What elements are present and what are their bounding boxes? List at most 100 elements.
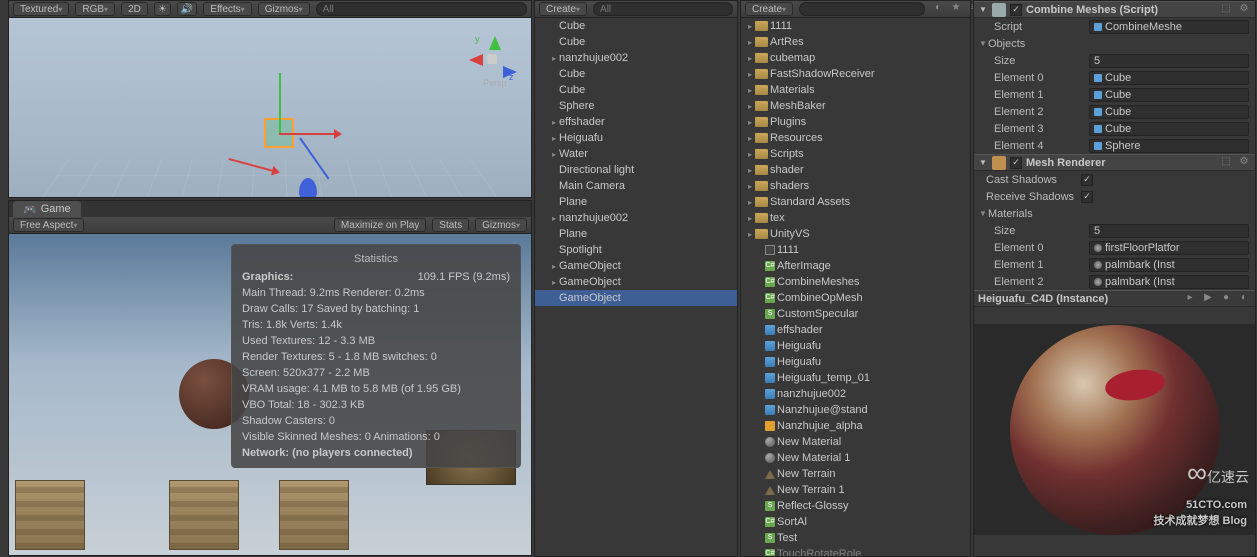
help-icon[interactable]: ⬚ bbox=[1219, 3, 1233, 17]
project-item[interactable]: 1111 bbox=[741, 242, 970, 258]
scene-search-input[interactable] bbox=[316, 2, 527, 16]
project-item[interactable]: Heiguafu bbox=[741, 354, 970, 370]
hierarchy-item[interactable]: ▸Water bbox=[535, 146, 737, 162]
hierarchy-item[interactable]: Spotlight bbox=[535, 242, 737, 258]
project-item[interactable]: ▸Scripts bbox=[741, 146, 970, 162]
play-icon[interactable]: ▶ bbox=[1201, 292, 1215, 306]
gear-icon[interactable]: ⚙ bbox=[1237, 3, 1251, 17]
lighting-toggle[interactable]: ☀ bbox=[154, 2, 171, 16]
object-field[interactable]: Cube bbox=[1089, 88, 1249, 102]
hierarchy-search-input[interactable] bbox=[593, 2, 733, 16]
hierarchy-item[interactable]: ▸effshader bbox=[535, 114, 737, 130]
project-list[interactable]: ▸1111▸ArtRes▸cubemap▸FastShadowReceiver▸… bbox=[741, 18, 970, 556]
project-item[interactable]: ▸Resources bbox=[741, 130, 970, 146]
project-item[interactable]: New Material 1 bbox=[741, 450, 970, 466]
receive-shadows-checkbox[interactable]: ✓ bbox=[1081, 191, 1093, 203]
shading-mode-dropdown[interactable]: Textured bbox=[13, 2, 69, 16]
hierarchy-item[interactable]: GameObject bbox=[535, 290, 737, 306]
hierarchy-item[interactable]: ▸nanzhujue002 bbox=[535, 50, 737, 66]
materials-label[interactable]: Materials bbox=[988, 208, 1083, 220]
chevron-right-icon[interactable]: ▸ bbox=[1183, 292, 1197, 306]
gizmos-dropdown[interactable]: Gizmos bbox=[258, 2, 310, 16]
2d-toggle[interactable]: 2D bbox=[121, 2, 148, 16]
audio-toggle[interactable]: 🔊 bbox=[177, 2, 197, 16]
hierarchy-item[interactable]: Directional light bbox=[535, 162, 737, 178]
material-field[interactable]: firstFloorPlatfor bbox=[1089, 241, 1249, 255]
stats-toggle[interactable]: Stats bbox=[432, 218, 469, 232]
size-field[interactable]: 5 bbox=[1089, 224, 1249, 238]
objects-label[interactable]: Objects bbox=[988, 38, 1083, 50]
project-create-dropdown[interactable]: Create bbox=[745, 2, 793, 16]
object-field[interactable]: Cube bbox=[1089, 105, 1249, 119]
light-icon[interactable]: ◐ bbox=[1237, 292, 1251, 306]
hierarchy-item[interactable]: Plane bbox=[535, 226, 737, 242]
project-item[interactable]: STest bbox=[741, 530, 970, 546]
project-item[interactable]: ▸cubemap bbox=[741, 50, 970, 66]
component-header-mesh-renderer[interactable]: ▼ ✓ Mesh Renderer ⬚ ⚙ bbox=[974, 154, 1255, 171]
project-item[interactable]: C#CombineOpMesh bbox=[741, 290, 970, 306]
project-item[interactable]: ▸MeshBaker bbox=[741, 98, 970, 114]
project-item[interactable]: New Material bbox=[741, 434, 970, 450]
project-item[interactable]: New Terrain bbox=[741, 466, 970, 482]
project-search-input[interactable] bbox=[799, 2, 925, 16]
project-item[interactable]: ▸Materials bbox=[741, 82, 970, 98]
scene-viewport[interactable]: y z Persp bbox=[9, 18, 531, 197]
project-item[interactable]: ▸1111 bbox=[741, 18, 970, 34]
project-item[interactable]: C#TouchRotateRole bbox=[741, 546, 970, 556]
cast-shadows-checkbox[interactable]: ✓ bbox=[1081, 174, 1093, 186]
help-icon[interactable]: ⬚ bbox=[1219, 156, 1233, 170]
gear-icon[interactable]: ⚙ bbox=[1237, 156, 1251, 170]
project-item[interactable]: Heiguafu bbox=[741, 338, 970, 354]
object-field[interactable]: Cube bbox=[1089, 71, 1249, 85]
project-item[interactable]: New Terrain 1 bbox=[741, 482, 970, 498]
hierarchy-item[interactable]: Plane bbox=[535, 194, 737, 210]
game-gizmos-toggle[interactable]: Gizmos bbox=[475, 218, 527, 232]
search-filter-icon[interactable]: ◐ bbox=[931, 2, 945, 16]
hierarchy-item[interactable]: ▸nanzhujue002 bbox=[535, 210, 737, 226]
object-field[interactable]: Cube bbox=[1089, 122, 1249, 136]
maximize-on-play-toggle[interactable]: Maximize on Play bbox=[334, 218, 426, 232]
effects-dropdown[interactable]: Effects bbox=[203, 2, 251, 16]
hierarchy-item[interactable]: Cube bbox=[535, 66, 737, 82]
project-item[interactable]: ▸Plugins bbox=[741, 114, 970, 130]
component-header-combine-meshes[interactable]: ▼ ✓ Combine Meshes (Script) ⬚ ⚙ bbox=[974, 1, 1255, 18]
material-field[interactable]: palmbark (Inst bbox=[1089, 275, 1249, 289]
hierarchy-item[interactable]: ▸GameObject bbox=[535, 258, 737, 274]
project-item[interactable]: C#CombineMeshes bbox=[741, 274, 970, 290]
mat-ball-icon[interactable]: ● bbox=[1219, 292, 1233, 306]
project-item[interactable]: nanzhujue002 bbox=[741, 386, 970, 402]
hierarchy-create-dropdown[interactable]: Create bbox=[539, 2, 587, 16]
component-enabled-checkbox[interactable]: ✓ bbox=[1010, 157, 1022, 169]
project-item[interactable]: ▸tex bbox=[741, 210, 970, 226]
project-item[interactable]: ▸shader bbox=[741, 162, 970, 178]
hierarchy-item[interactable]: Cube bbox=[535, 82, 737, 98]
render-mode-dropdown[interactable]: RGB bbox=[75, 2, 115, 16]
favorites-icon[interactable]: ★ bbox=[949, 2, 963, 16]
game-tab[interactable]: 🎮Game bbox=[13, 201, 81, 217]
hierarchy-item[interactable]: Sphere bbox=[535, 98, 737, 114]
orientation-gizmo[interactable]: y z Persp bbox=[461, 28, 521, 88]
project-item[interactable]: ▸Standard Assets bbox=[741, 194, 970, 210]
material-field[interactable]: palmbark (Inst bbox=[1089, 258, 1249, 272]
hierarchy-list[interactable]: CubeCube▸nanzhujue002CubeCubeSphere▸effs… bbox=[535, 18, 737, 556]
component-enabled-checkbox[interactable]: ✓ bbox=[1010, 4, 1022, 16]
material-header[interactable]: Heiguafu_C4D (Instance) ▸ ▶ ● ◐ bbox=[974, 290, 1255, 307]
object-field[interactable]: Sphere bbox=[1089, 139, 1249, 153]
project-item[interactable]: Nanzhujue_alpha bbox=[741, 418, 970, 434]
hierarchy-item[interactable]: ▸GameObject bbox=[535, 274, 737, 290]
project-item[interactable]: SCustomSpecular bbox=[741, 306, 970, 322]
project-item[interactable]: SReflect-Glossy bbox=[741, 498, 970, 514]
aspect-dropdown[interactable]: Free Aspect bbox=[13, 218, 84, 232]
project-item[interactable]: ▸ArtRes bbox=[741, 34, 970, 50]
project-item[interactable]: ▸FastShadowReceiver bbox=[741, 66, 970, 82]
project-item[interactable]: ▸shaders bbox=[741, 178, 970, 194]
project-item[interactable]: Nanzhujue@stand bbox=[741, 402, 970, 418]
project-item[interactable]: C#SortAl bbox=[741, 514, 970, 530]
size-field[interactable]: 5 bbox=[1089, 54, 1249, 68]
hierarchy-item[interactable]: Cube bbox=[535, 18, 737, 34]
project-item[interactable]: Heiguafu_temp_01 bbox=[741, 370, 970, 386]
script-field[interactable]: CombineMeshe bbox=[1089, 20, 1249, 34]
project-item[interactable]: ▸UnityVS bbox=[741, 226, 970, 242]
project-item[interactable]: effshader bbox=[741, 322, 970, 338]
hierarchy-item[interactable]: ▸Heiguafu bbox=[535, 130, 737, 146]
